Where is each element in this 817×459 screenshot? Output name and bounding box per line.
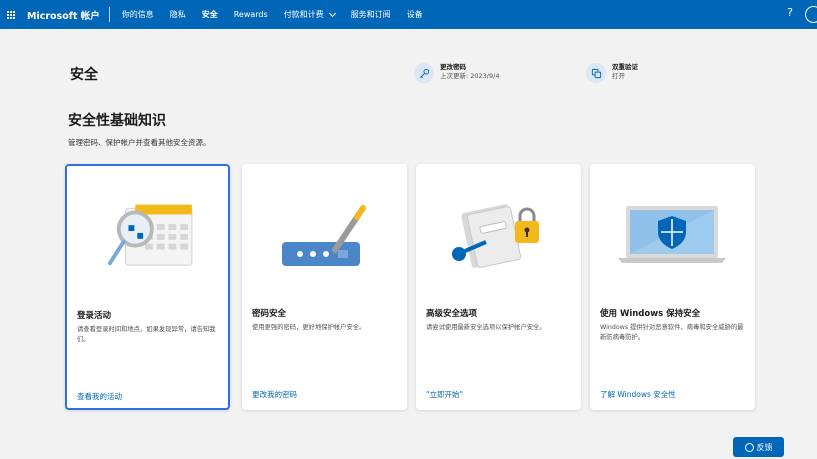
nav-security[interactable]: 安全 bbox=[194, 0, 226, 29]
nav-devices[interactable]: 设备 bbox=[399, 0, 431, 29]
key-icon bbox=[414, 63, 434, 83]
nav-your-info[interactable]: 你的信息 bbox=[114, 0, 162, 29]
feedback-label: 反馈 bbox=[756, 442, 773, 452]
section-title: 安全性基础知识 bbox=[68, 113, 166, 129]
key-lock-illustration bbox=[452, 204, 539, 268]
account-avatar[interactable] bbox=[805, 6, 817, 23]
card-description: Windows 提供针对恶意软件、病毒和安全威胁的最新防病毒防护。 bbox=[600, 324, 744, 341]
feedback-icon bbox=[744, 442, 754, 452]
nav-services-subscriptions[interactable]: 服务和订阅 bbox=[343, 0, 399, 29]
password-last-updated: 上次更新: 2023/9/4 bbox=[440, 72, 500, 80]
two-step-title: 双重验证 bbox=[612, 63, 638, 71]
app-launcher-icon[interactable] bbox=[3, 0, 19, 29]
change-password-title: 更改密码 bbox=[440, 63, 466, 71]
card-description: 请查看登录时间和地点。如果发现异常，请告知我们。 bbox=[77, 326, 216, 343]
calendar-magnifier-illustration bbox=[107, 204, 193, 266]
brand-divider bbox=[108, 7, 110, 22]
change-password-quicklink[interactable]: 更改密码 上次更新: 2023/9/4 bbox=[414, 63, 499, 83]
brand-title[interactable]: Microsoft 帐户 bbox=[27, 8, 100, 22]
nav-payment-billing-label: 付款和计费 bbox=[283, 10, 324, 19]
main-nav: 你的信息 隐私 安全 Rewards 付款和计费 服务和订阅 设备 bbox=[114, 0, 431, 29]
card-title: 登录活动 bbox=[77, 311, 112, 321]
card-title: 高级安全选项 bbox=[426, 309, 478, 319]
nav-payment-billing[interactable]: 付款和计费 bbox=[276, 0, 343, 29]
top-bar: Microsoft 帐户 你的信息 隐私 安全 Rewards 付款和计费 服务… bbox=[0, 0, 817, 29]
card-sign-in-activity[interactable]: 登录活动 请查看登录时间和地点。如果发现异常，请告知我们。 查看我的活动 bbox=[65, 164, 230, 410]
help-icon[interactable]: ? bbox=[787, 6, 793, 19]
learn-windows-security-link[interactable]: 了解 Windows 安全性 bbox=[600, 389, 676, 400]
page-title: 安全 bbox=[70, 67, 98, 83]
change-my-password-link[interactable]: 更改我的密码 bbox=[252, 389, 297, 400]
get-started-link[interactable]: "立即开始" bbox=[426, 389, 463, 400]
card-description: 使用更强的密码，更好地保护帐户安全。 bbox=[252, 324, 366, 331]
card-description: 请尝试使用最新安全选项以保护帐户安全。 bbox=[426, 324, 546, 331]
view-my-activity-link[interactable]: 查看我的活动 bbox=[77, 391, 122, 402]
two-step-status: 打开 bbox=[612, 72, 625, 80]
password-pen-illustration bbox=[282, 205, 366, 266]
card-windows-security[interactable]: 使用 Windows 保持安全 Windows 提供针对恶意软件、病毒和安全威胁… bbox=[590, 164, 755, 410]
feedback-button[interactable]: 反馈 bbox=[733, 437, 784, 457]
card-title: 使用 Windows 保持安全 bbox=[600, 309, 701, 319]
two-step-verification-icon bbox=[586, 63, 606, 83]
nav-privacy[interactable]: 隐私 bbox=[162, 0, 194, 29]
laptop-shield-illustration bbox=[618, 206, 726, 263]
card-password-security[interactable]: 密码安全 使用更强的密码，更好地保护帐户安全。 更改我的密码 bbox=[242, 164, 407, 410]
chevron-down-icon bbox=[328, 9, 336, 17]
two-step-quicklink[interactable]: 双重验证 打开 bbox=[586, 63, 638, 83]
card-title: 密码安全 bbox=[252, 309, 287, 319]
nav-rewards[interactable]: Rewards bbox=[226, 0, 276, 29]
section-subtitle: 管理密码、保护帐户并查看其他安全资源。 bbox=[68, 138, 211, 147]
card-advanced-security[interactable]: 高级安全选项 请尝试使用最新安全选项以保护帐户安全。 "立即开始" bbox=[416, 164, 581, 410]
